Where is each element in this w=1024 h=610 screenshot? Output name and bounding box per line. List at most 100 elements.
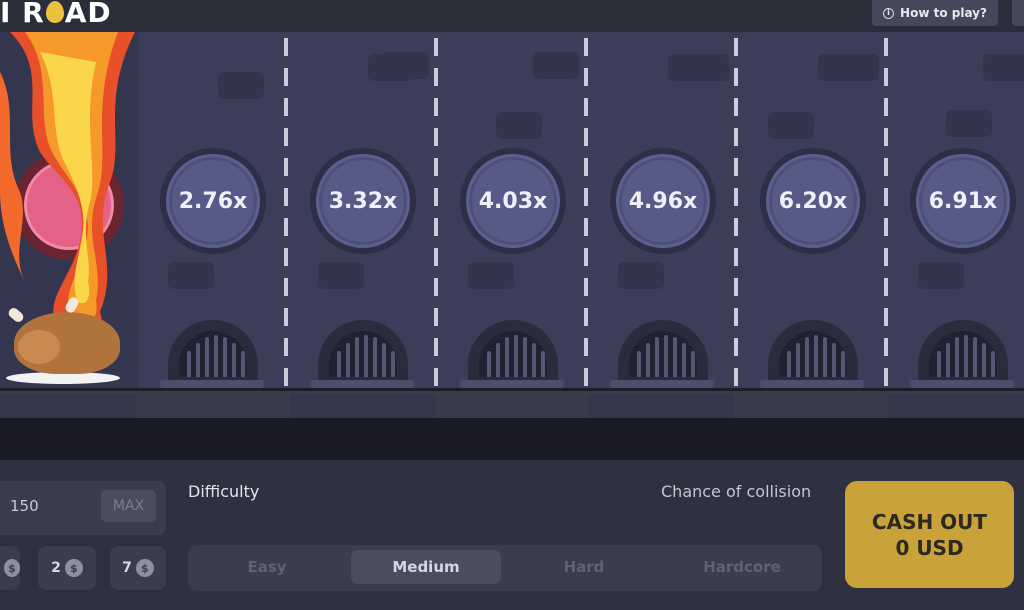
grate-bar	[187, 351, 191, 377]
multiplier-coin[interactable]: 4.03x	[460, 148, 566, 254]
wall-brick	[768, 112, 814, 139]
multiplier-coin[interactable]: 3.32x	[310, 148, 416, 254]
grate-bar	[241, 351, 245, 377]
grate-bar	[946, 343, 950, 377]
grate-bar	[682, 343, 686, 377]
grate-bar	[232, 343, 236, 377]
grate-bar	[346, 343, 350, 377]
wall-brick	[818, 54, 864, 81]
grate-bar	[541, 351, 545, 377]
grate-bar	[982, 343, 986, 377]
grate-bar	[823, 337, 827, 377]
grate-bar	[973, 337, 977, 377]
multiplier-coin[interactable]: 6.91x	[910, 148, 1016, 254]
multiplier-value: 6.91x	[928, 188, 998, 214]
sewer-grate-icon	[318, 320, 408, 382]
wall-brick	[168, 262, 214, 289]
grate-inner	[179, 331, 247, 377]
grate-inner	[629, 331, 697, 377]
top-right-button[interactable]	[1012, 0, 1024, 26]
multiplier-coin[interactable]: 2.76x	[160, 148, 266, 254]
chip-value: 7	[122, 560, 132, 576]
top-bar: I R AD i How to play?	[0, 0, 1024, 32]
curb-segment	[888, 394, 1024, 418]
cash-out-button[interactable]: CASH OUT 0 USD	[845, 481, 1014, 588]
grate-bar	[673, 337, 677, 377]
lane-divider	[434, 38, 438, 388]
wall-brick	[946, 110, 992, 137]
grate-base	[760, 380, 864, 388]
curb-segment	[0, 394, 136, 418]
max-bet-button[interactable]: MAX	[101, 490, 156, 522]
grate-bar	[841, 351, 845, 377]
grate-bar	[955, 337, 959, 377]
difficulty-option-medium[interactable]: Medium	[351, 550, 501, 584]
lane-divider	[884, 38, 888, 388]
curb-segment	[290, 394, 436, 418]
difficulty-option-hard[interactable]: Hard	[509, 550, 659, 584]
grate-bar	[505, 337, 509, 377]
chicken-wing	[18, 330, 60, 364]
road-lane[interactable]: 4.03x	[438, 32, 729, 388]
bet-chip[interactable]: 7 $	[110, 546, 166, 590]
bet-chip[interactable]: $	[0, 546, 20, 590]
grate-base	[910, 380, 1014, 388]
wall-brick	[918, 262, 964, 289]
grate-bar	[196, 343, 200, 377]
grate-bar	[832, 343, 836, 377]
how-to-play-button[interactable]: i How to play?	[872, 0, 998, 26]
grate-bar	[532, 343, 536, 377]
road-lane[interactable]: 6.91x	[888, 32, 1024, 388]
wall-brick	[496, 112, 542, 139]
grate-bar	[523, 337, 527, 377]
road-curb	[0, 388, 1024, 418]
grate-bar	[691, 351, 695, 377]
road-lane[interactable]: 3.32x	[288, 32, 579, 388]
game-road: 2.76x 3.32x 4.03x 4.96x 6.20x 6.91x	[0, 32, 1024, 388]
grate-bar	[364, 335, 368, 377]
sewer-grate-icon	[768, 320, 858, 382]
grate-bar	[496, 343, 500, 377]
grate-inner	[779, 331, 847, 377]
difficulty-option-hardcore[interactable]: Hardcore	[667, 550, 817, 584]
game-logo: I R AD	[0, 0, 112, 29]
grate-bar	[805, 337, 809, 377]
how-to-play-label: How to play?	[900, 6, 987, 20]
sewer-grate-icon	[168, 320, 258, 382]
wall-brick	[218, 72, 264, 99]
road-lane[interactable]: 6.20x	[738, 32, 1024, 388]
road-lane[interactable]: 4.96x	[588, 32, 879, 388]
grate-bar	[664, 335, 668, 377]
lane-divider	[284, 38, 288, 388]
info-icon: i	[883, 7, 895, 19]
multiplier-value: 4.03x	[478, 188, 548, 214]
wall-brick	[618, 262, 664, 289]
cash-out-label: CASH OUT	[871, 509, 988, 534]
grate-inner	[329, 331, 397, 377]
grate-base	[160, 380, 264, 388]
wall-brick	[468, 262, 514, 289]
multiplier-coin[interactable]: 6.20x	[760, 148, 866, 254]
multiplier-value: 6.20x	[778, 188, 848, 214]
wall-brick	[668, 54, 714, 81]
bet-chip[interactable]: 2 $	[38, 546, 96, 590]
difficulty-label: Difficulty	[188, 482, 260, 501]
multiplier-value: 2.76x	[178, 188, 248, 214]
lane-divider	[734, 38, 738, 388]
grate-bar	[787, 351, 791, 377]
multiplier-coin[interactable]: 4.96x	[610, 148, 716, 254]
grate-bar	[214, 335, 218, 377]
multiplier-value: 3.32x	[328, 188, 398, 214]
grate-bar	[937, 351, 941, 377]
grate-inner	[929, 331, 997, 377]
wall-brick	[318, 262, 364, 289]
logo-text-start: I R	[0, 0, 45, 29]
grate-bar	[223, 337, 227, 377]
difficulty-option-easy[interactable]: Easy	[192, 550, 342, 584]
grate-bar	[655, 337, 659, 377]
lane-divider	[584, 38, 588, 388]
road-lane[interactable]: 2.76x	[138, 32, 429, 388]
grate-bar	[646, 343, 650, 377]
grate-bar	[337, 351, 341, 377]
grate-bar	[391, 351, 395, 377]
